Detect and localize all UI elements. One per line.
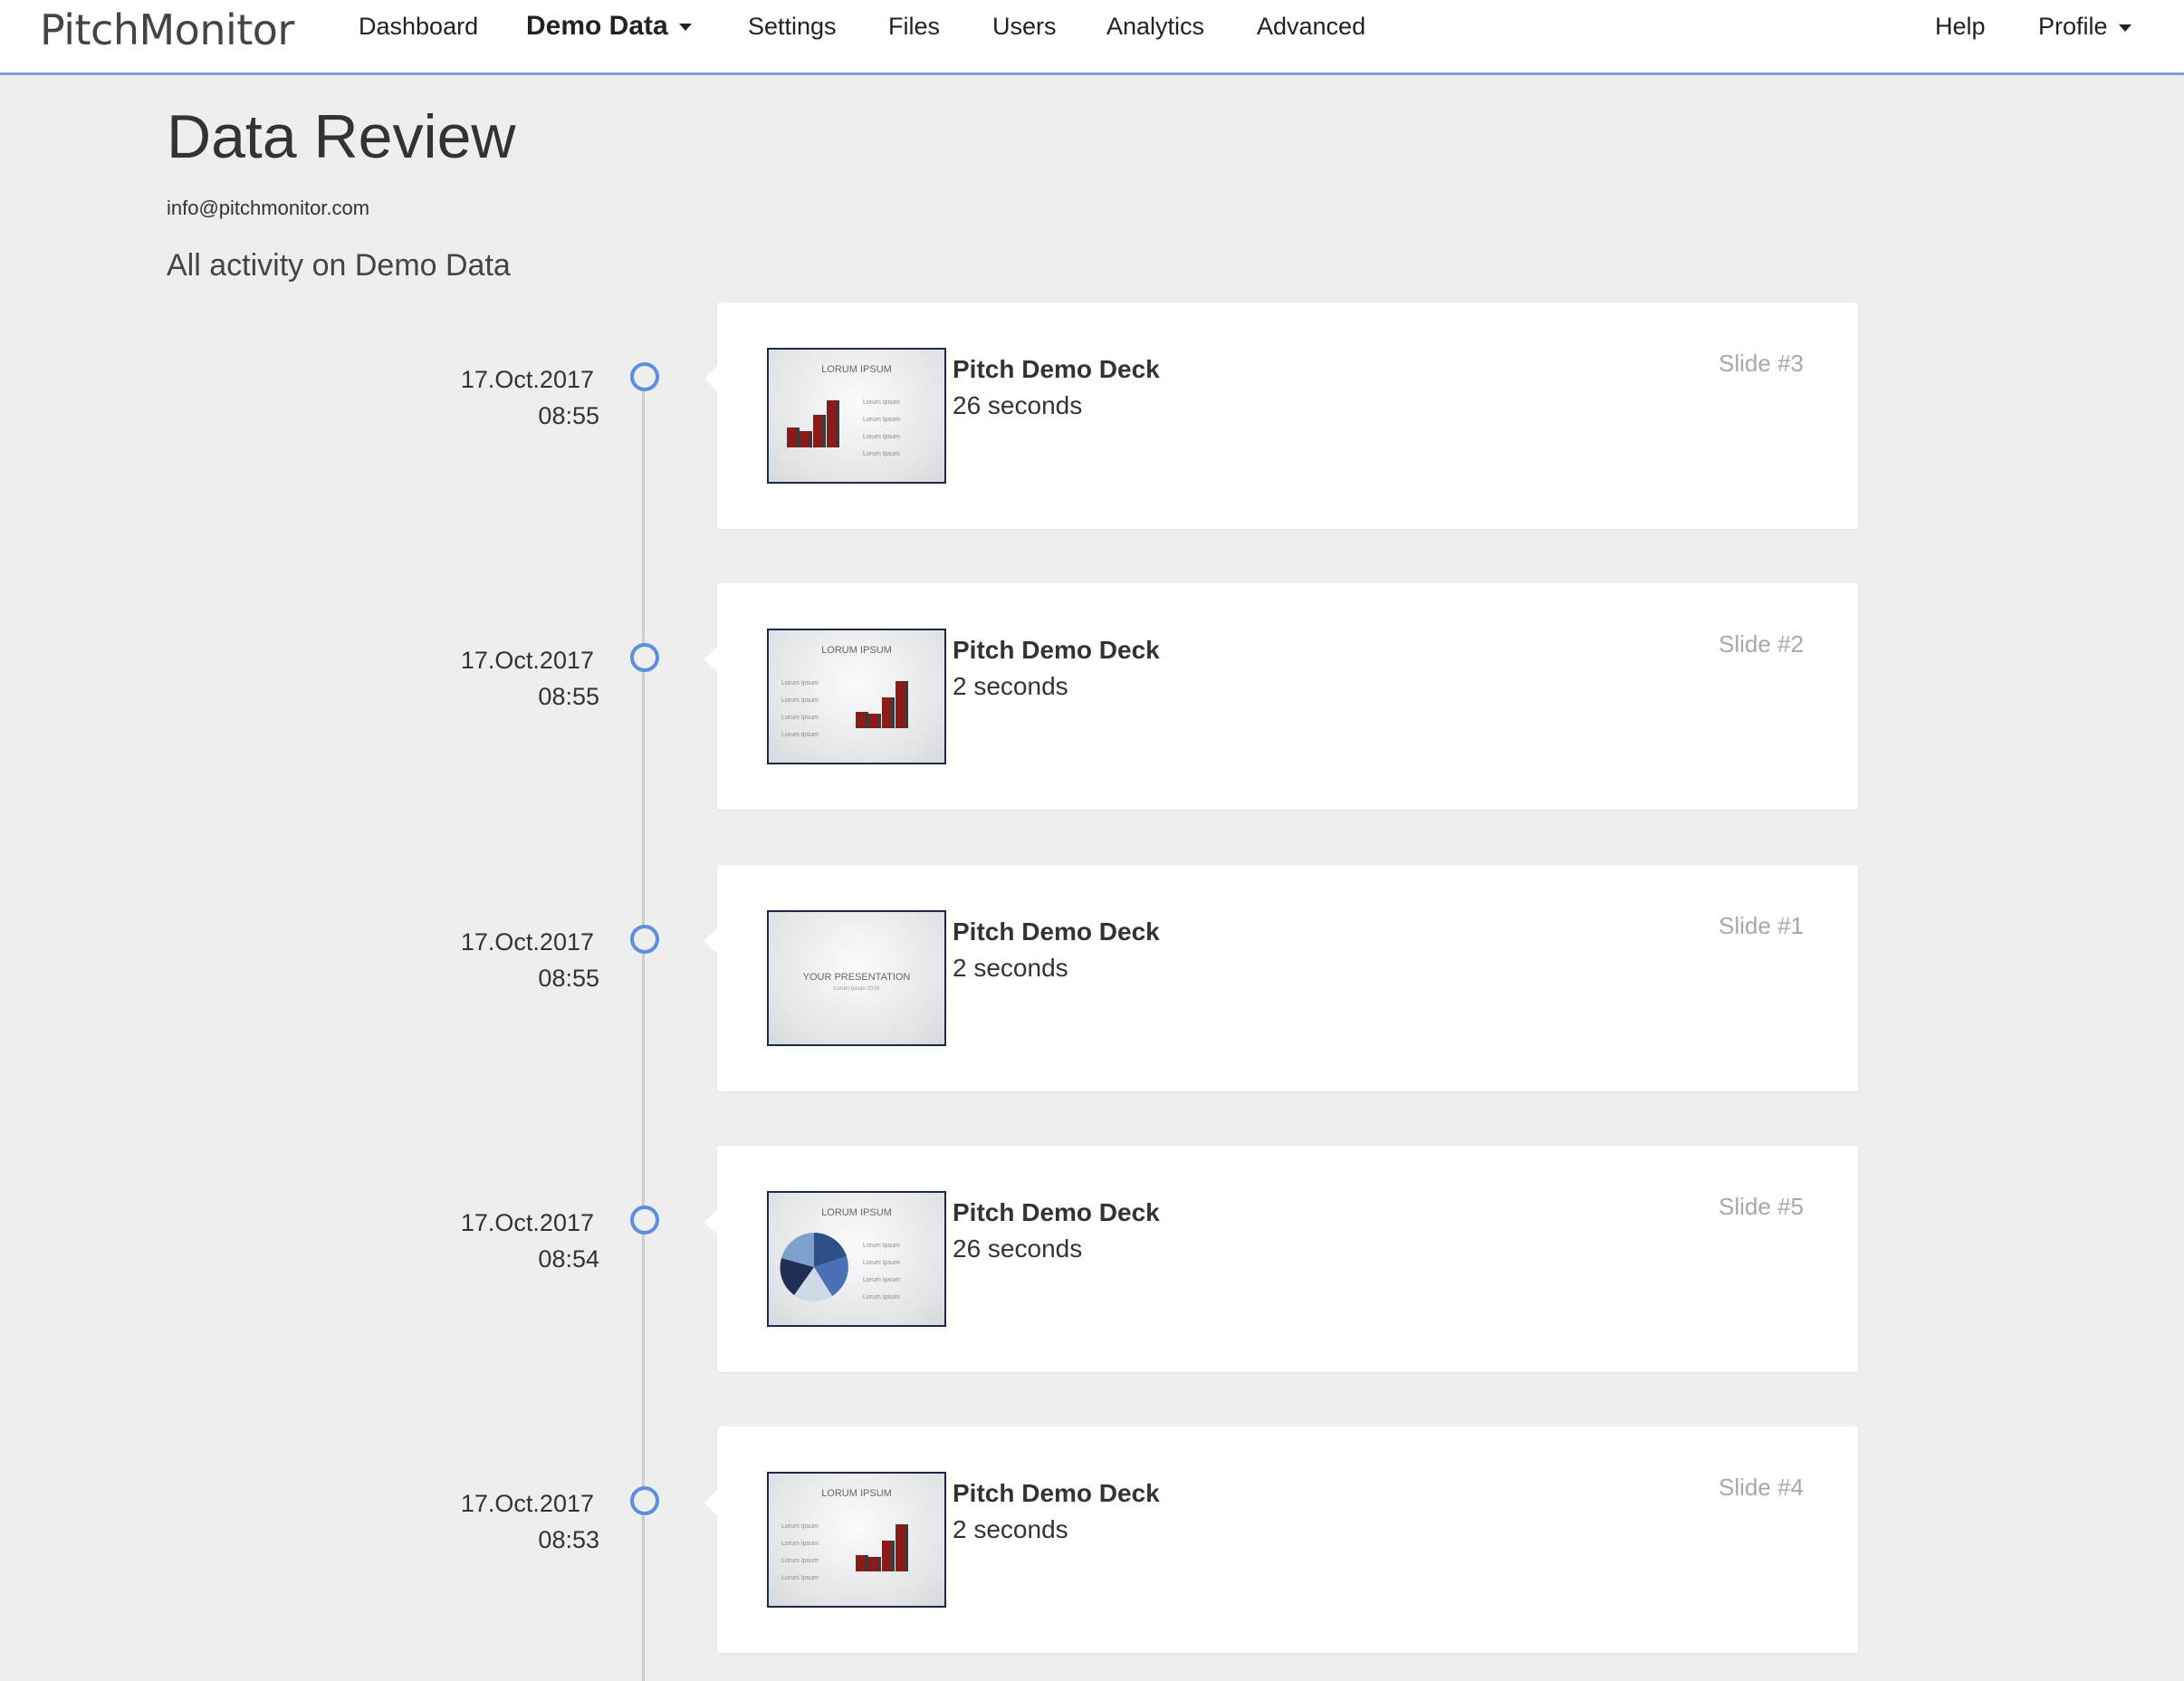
svg-text:Lorum Ipsum: Lorum Ipsum (781, 697, 819, 704)
thumb-heading: LORUM IPSUM (821, 645, 892, 656)
svg-text:Lorum Ipsum: Lorum Ipsum (863, 1260, 900, 1266)
card-pointer (704, 1490, 717, 1515)
thumb-heading: LORUM IPSUM (821, 1488, 892, 1499)
timeline-dot-icon (630, 1206, 659, 1234)
deck-name: Pitch Demo Deck (953, 1198, 1160, 1226)
svg-text:Lorum Ipsum: Lorum Ipsum (863, 399, 900, 406)
pitchmonitor-logo[interactable]: PitchMonitor (40, 5, 294, 54)
svg-text:Lorum Ipsum: Lorum Ipsum (781, 1541, 819, 1547)
entry-date: 17.Oct.2017 (460, 1490, 594, 1517)
timeline-entry: 17.Oct.2017 08:55 LORUM IPSUM Lorum Ipsu… (0, 583, 2184, 810)
nav-advanced[interactable]: Advanced (1257, 13, 1365, 41)
svg-text:Lorum Ipsum: Lorum Ipsum (863, 1294, 900, 1301)
nav-profile-dropdown[interactable]: Profile (2038, 13, 2131, 41)
slide-thumbnail[interactable]: LORUM IPSUM Lorum Ipsum Lorum Ipsum Loru… (767, 629, 946, 764)
deck-name: Pitch Demo Deck (953, 355, 1160, 383)
nav-profile-label: Profile (2038, 13, 2108, 40)
slide-number: Slide #1 (1719, 912, 1804, 939)
entry-time: 08:53 (538, 1526, 599, 1553)
svg-text:Lorum Ipsum: Lorum Ipsum (781, 715, 819, 721)
nav-demo-data-label: Demo Data (526, 11, 668, 41)
activity-card[interactable]: LORUM IPSUM Lorum Ipsum Lorum Ipsum Loru… (704, 583, 1858, 810)
top-navbar: PitchMonitor Dashboard Demo Data Setting… (0, 0, 2184, 75)
thumb-heading: LORUM IPSUM (821, 364, 892, 375)
deck-name: Pitch Demo Deck (953, 1479, 1160, 1507)
card-pointer (704, 928, 717, 954)
svg-text:Lorum Ipsum: Lorum Ipsum (863, 1243, 900, 1249)
entry-date: 17.Oct.2017 (460, 1209, 594, 1236)
slide-number: Slide #5 (1719, 1193, 1804, 1220)
bar-chart-icon (856, 681, 908, 728)
thumb-heading: YOUR PRESENTATION (803, 972, 911, 983)
card-pointer (704, 366, 717, 391)
card-pointer (704, 1209, 717, 1234)
entry-time: 08:55 (538, 683, 599, 710)
slide-thumbnail[interactable]: YOUR PRESENTATION Lorum Ipsum 2016 (767, 910, 946, 1046)
slide-number: Slide #4 (1719, 1474, 1804, 1501)
timeline-dot-icon (630, 643, 659, 672)
activity-card[interactable]: YOUR PRESENTATION Lorum Ipsum 2016 Pitch… (704, 865, 1858, 1091)
nav-files[interactable]: Files (888, 13, 940, 41)
timeline-dot-icon (630, 1486, 659, 1515)
svg-text:Lorum Ipsum: Lorum Ipsum (781, 680, 819, 687)
nav-analytics[interactable]: Analytics (1106, 13, 1204, 41)
svg-text:Lorum Ipsum: Lorum Ipsum (863, 417, 900, 423)
entry-time: 08:55 (538, 402, 599, 429)
svg-text:Lorum Ipsum: Lorum Ipsum (863, 434, 900, 440)
slide-number: Slide #2 (1719, 630, 1804, 658)
entry-time: 08:54 (538, 1245, 599, 1273)
thumb-heading: LORUM IPSUM (821, 1207, 892, 1218)
deck-name: Pitch Demo Deck (953, 917, 1160, 946)
chevron-down-icon (2118, 24, 2131, 32)
timeline-entry: 17.Oct.2017 08:55 LORUM IPSUM Lorum Ipsu… (0, 303, 2184, 529)
bar-chart-icon (787, 400, 839, 447)
timeline-dot-icon (630, 925, 659, 954)
svg-text:Lorum Ipsum: Lorum Ipsum (863, 1277, 900, 1283)
pie-chart-icon (780, 1233, 848, 1302)
slide-number: Slide #3 (1719, 350, 1804, 377)
nav-settings[interactable]: Settings (748, 13, 837, 41)
svg-text:Lorum Ipsum: Lorum Ipsum (781, 1575, 819, 1581)
nav-demo-data-dropdown[interactable]: Demo Data (526, 11, 692, 42)
account-email: info@pitchmonitor.com (167, 197, 370, 219)
deck-name: Pitch Demo Deck (953, 636, 1160, 664)
chevron-down-icon (678, 24, 692, 32)
slide-thumbnail[interactable]: LORUM IPSUM Lorum Ipsum Lorum Ipsum Loru… (767, 348, 946, 484)
slide-thumbnail[interactable]: LORUM IPSUM Lorum Ipsum Lorum Ipsum Loru… (767, 1191, 946, 1327)
card-pointer (704, 647, 717, 672)
entry-date: 17.Oct.2017 (460, 647, 594, 674)
timeline-entry: 17.Oct.2017 08:54 LORUM IPSUM Lorum Ipsu… (0, 1146, 2184, 1372)
page-title: Data Review (167, 102, 516, 171)
svg-text:Lorum Ipsum: Lorum Ipsum (781, 732, 819, 738)
nav-users[interactable]: Users (992, 13, 1057, 41)
view-duration: 2 seconds (953, 672, 1068, 700)
entry-date: 17.Oct.2017 (460, 928, 594, 956)
view-duration: 26 seconds (953, 1234, 1083, 1263)
nav-dashboard[interactable]: Dashboard (359, 13, 478, 41)
view-duration: 26 seconds (953, 391, 1083, 419)
activity-card[interactable]: LORUM IPSUM Lorum Ipsum Lorum Ipsum Loru… (704, 1146, 1858, 1372)
entry-time: 08:55 (538, 965, 599, 992)
activity-card[interactable]: LORUM IPSUM Lorum Ipsum Lorum Ipsum Loru… (704, 1426, 1858, 1653)
entry-date: 17.Oct.2017 (460, 366, 594, 393)
activity-heading: All activity on Demo Data (167, 248, 511, 283)
timeline-entry: 17.Oct.2017 08:53 LORUM IPSUM Lorum Ipsu… (0, 1426, 2184, 1653)
svg-text:Lorum Ipsum: Lorum Ipsum (781, 1558, 819, 1564)
timeline-dot-icon (630, 362, 659, 391)
nav-help[interactable]: Help (1935, 13, 1986, 41)
view-duration: 2 seconds (953, 1515, 1068, 1543)
view-duration: 2 seconds (953, 954, 1068, 982)
activity-card[interactable]: LORUM IPSUM Lorum Ipsum Lorum Ipsum Loru… (704, 303, 1858, 529)
timeline-entry: 17.Oct.2017 08:55 YOUR PRESENTATION Loru… (0, 865, 2184, 1091)
svg-text:Lorum Ipsum: Lorum Ipsum (781, 1523, 819, 1530)
thumb-subheading: Lorum Ipsum 2016 (834, 986, 880, 992)
slide-thumbnail[interactable]: LORUM IPSUM Lorum Ipsum Lorum Ipsum Loru… (767, 1472, 946, 1608)
bar-chart-icon (856, 1524, 908, 1571)
svg-text:Lorum Ipsum: Lorum Ipsum (863, 451, 900, 457)
